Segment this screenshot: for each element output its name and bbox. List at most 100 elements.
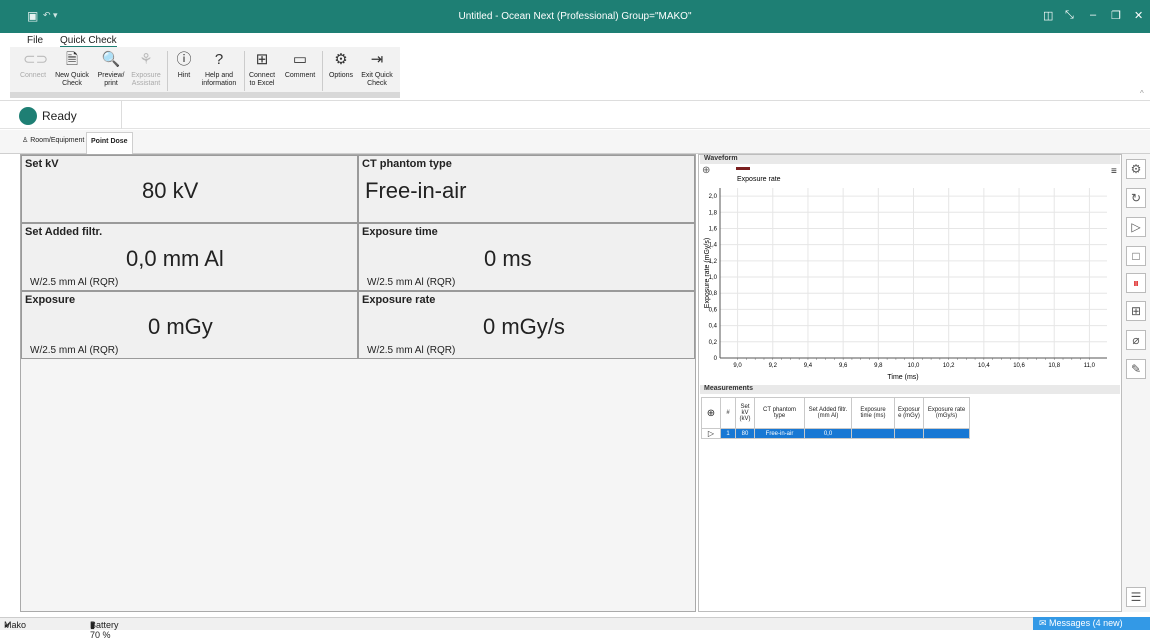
cell-number: 1 (720, 428, 736, 439)
assistant-icon: ⚘ (139, 51, 153, 68)
status-row (0, 101, 1150, 129)
waveform-chart[interactable]: Exposure rate 00,20,40,60,81,01,21,41,61… (700, 165, 1120, 383)
added-filtr-sub: W/2.5 mm Al (RQR) (30, 277, 119, 288)
x-tick-labels: 9,0 9,2 9,4 9,6 9,8 10,0 10,2 10,4 10,6 10,8 11,0 (733, 358, 1096, 369)
exit-quick-check-button[interactable]: ⇥ Exit Quick Check (359, 51, 395, 88)
ct-phantom-label: CT phantom type (362, 158, 452, 170)
exposure-rate-cell: Exposure rate 0 mGy/s W/2.5 mm Al (RQR) (358, 291, 695, 359)
x-tick-label: 9,8 (874, 363, 883, 369)
connect-icon: ⊂⊃ (23, 51, 49, 68)
exit-icon: ⇥ (370, 51, 384, 68)
exposure-sub: W/2.5 mm Al (RQR) (30, 345, 119, 356)
tab-file[interactable]: File (27, 35, 43, 46)
cell-set-kv: 80 (735, 428, 755, 439)
col-number: # (720, 397, 736, 429)
exposure-label: Exposure (25, 294, 76, 306)
tag-icon[interactable]: ⌀ (1126, 330, 1146, 350)
x-tick-label: 11,0 (1084, 363, 1096, 369)
exposure-time-label: Exposure time (362, 226, 438, 238)
minimize-button[interactable]: – (1090, 9, 1096, 21)
comment-button[interactable]: ▭ Comment (283, 51, 317, 80)
layout-icon[interactable]: ◫ (1043, 9, 1053, 22)
fullscreen-icon[interactable]: ⤡ (1065, 9, 1074, 22)
stop-icon[interactable]: □ (1126, 246, 1146, 266)
y-tick-label: 2,0 (709, 194, 718, 200)
help-button[interactable]: ? Help and information (198, 51, 240, 88)
table-header-row: ⊕ # Set kV (kV) CT phantom type Set Adde… (701, 397, 970, 429)
comment-icon: ▭ (292, 51, 308, 68)
cell-exposure-rate (923, 428, 970, 439)
measurement-panel: Set kV 80 kV CT phantom type Free-in-air… (20, 154, 696, 612)
window-title: Untitled - Ocean Next (Professional) Gro… (458, 11, 692, 22)
play-icon[interactable]: ▷ (1126, 217, 1146, 237)
x-tick-label: 10,4 (978, 363, 990, 369)
chart-grid (720, 188, 1107, 358)
waveform-heading: Waveform (700, 155, 1120, 164)
x-tick-label: 9,2 (769, 363, 778, 369)
pause-icon[interactable]: ⏸ (1126, 273, 1146, 293)
gear-icon: ⚙ (334, 51, 348, 68)
ribbon-group-bar (10, 92, 400, 98)
y-tick-label: 1,8 (709, 210, 718, 216)
legend-swatch (736, 167, 750, 170)
document-icon: 🗎 (65, 51, 79, 68)
exposure-time-sub: W/2.5 mm Al (RQR) (367, 277, 456, 288)
zoom-table-icon[interactable]: ⊕ (701, 397, 721, 429)
col-ct-phantom: CT phantom type (754, 397, 805, 429)
tab-room-equipment[interactable]: ♙ Room/Equipment (22, 136, 84, 144)
exposure-time-value: 0 ms (484, 246, 532, 271)
connect-button[interactable]: ⊂⊃ Connect (18, 51, 48, 80)
y-tick-label: 0 (714, 356, 718, 362)
status-text: Ready (42, 109, 77, 123)
settings-icon[interactable]: ⚙ (1126, 159, 1146, 179)
x-tick-label: 10,8 (1048, 363, 1060, 369)
preview-print-button[interactable]: 🔍 Preview/ print (96, 51, 126, 88)
cell-exposure (894, 428, 924, 439)
col-exposure-time: Exposure time (ms) (851, 397, 895, 429)
messages-button[interactable]: ✉ Messages (4 new) (1033, 617, 1150, 630)
x-tick-label: 9,6 (839, 363, 848, 369)
exposure-rate-value: 0 mGy/s (483, 314, 565, 339)
new-quick-check-button[interactable]: 🗎 New Quick Check (55, 51, 89, 88)
table-row[interactable]: ▷ 1 80 Free-in-air 0,0 (701, 428, 970, 439)
hint-button[interactable]: ⓘ Hint (173, 51, 195, 80)
measurements-table[interactable]: ⊕ # Set kV (kV) CT phantom type Set Adde… (701, 397, 970, 439)
list-icon[interactable]: ☰ (1126, 587, 1146, 607)
y-tick-label: 0,2 (709, 340, 718, 346)
tab-point-dose[interactable]: Point Dose (86, 132, 133, 154)
col-set-kv: Set kV (kV) (735, 397, 755, 429)
options-button[interactable]: ⚙ Options (326, 51, 356, 80)
measurements-heading: Measurements (700, 385, 1120, 394)
exposure-cell: Exposure 0 mGy W/2.5 mm Al (RQR) (21, 291, 358, 359)
close-button[interactable]: ✕ (1134, 9, 1143, 22)
refresh-icon[interactable]: ↻ (1126, 188, 1146, 208)
restore-button[interactable]: ❐ (1111, 9, 1121, 22)
connect-excel-button[interactable]: ⊞ Connect to Excel (247, 51, 277, 88)
exposure-value: 0 mGy (148, 314, 213, 339)
ct-phantom-value: Free-in-air (365, 178, 467, 203)
ribbon: ⊂⊃ Connect 🗎 New Quick Check 🔍 Preview/ pri… (0, 47, 1150, 101)
ribbon-tabs: File Quick Check (0, 33, 1150, 48)
cell-ct-phantom: Free-in-air (754, 428, 805, 439)
y-tick-label: 1,6 (709, 226, 718, 232)
exposure-assistant-button[interactable]: ⚘ Exposure Assistant (130, 51, 162, 88)
status-indicator (19, 107, 37, 125)
edit-icon[interactable]: ✎ (1126, 359, 1146, 379)
added-filtr-label: Set Added filtr. (25, 226, 103, 238)
x-axis-title: Time (ms) (887, 374, 918, 381)
split-icon[interactable]: ⊞ (1126, 301, 1146, 321)
collapse-ribbon-icon[interactable]: ^ (1140, 89, 1144, 98)
col-exposure: Exposur e (mGy) (894, 397, 924, 429)
x-tick-label: 9,0 (733, 363, 742, 369)
exposure-rate-label: Exposure rate (362, 294, 436, 306)
exposure-rate-sub: W/2.5 mm Al (RQR) (367, 345, 456, 356)
room-icon: ♙ (22, 137, 31, 144)
divider (244, 51, 245, 91)
preview-icon: 🔍 (101, 51, 121, 68)
col-exposure-rate: Exposure rate (mGy/s) (923, 397, 970, 429)
divider (121, 101, 122, 129)
x-tick-label: 9,4 (804, 363, 813, 369)
x-tick-label: 10,2 (943, 363, 955, 369)
cell-exposure-time (851, 428, 895, 439)
help-icon: ? (214, 51, 224, 68)
